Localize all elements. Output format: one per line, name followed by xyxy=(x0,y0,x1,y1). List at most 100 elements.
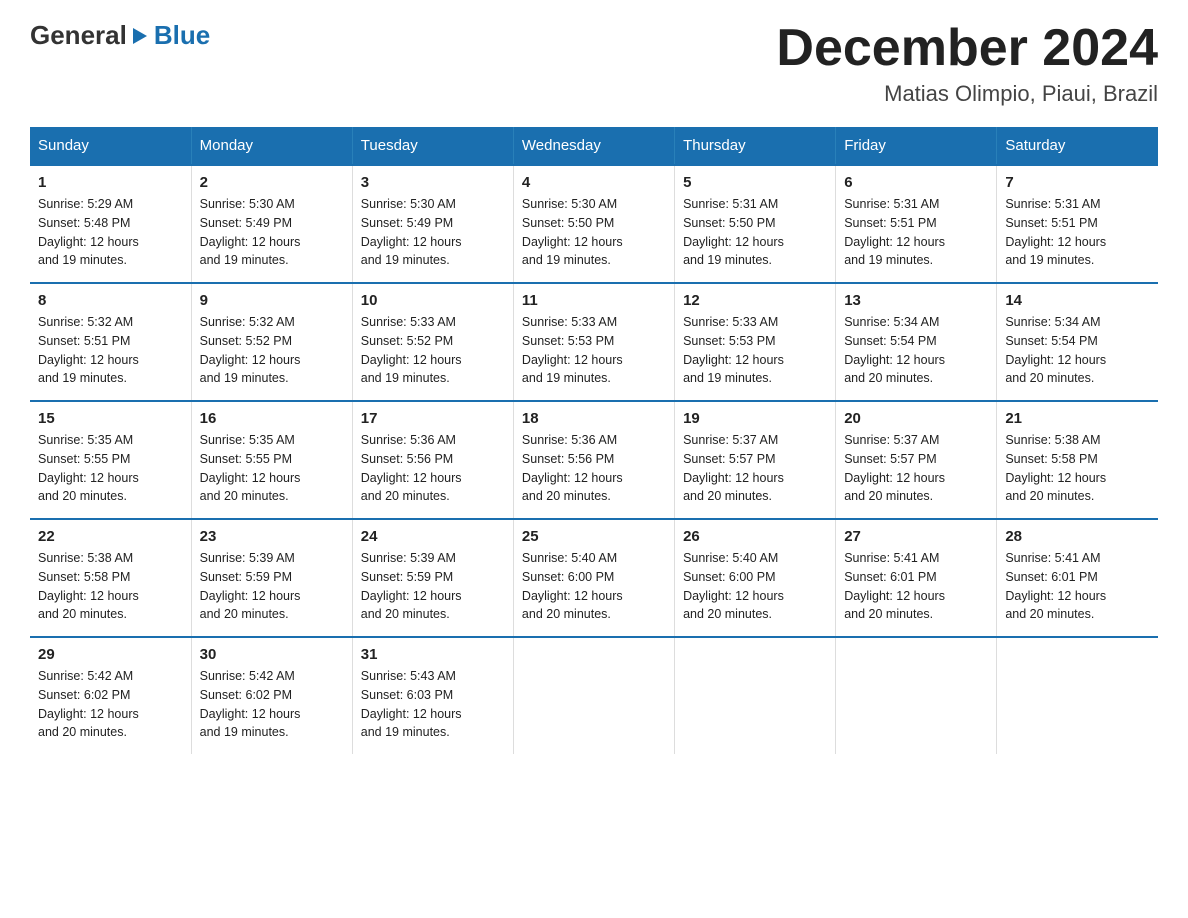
sunset-label: Sunset: 5:51 PM xyxy=(38,334,130,348)
daylight-label: Daylight: 12 hours xyxy=(200,235,301,249)
sunset-label: Sunset: 6:03 PM xyxy=(361,688,453,702)
calendar-day-cell: 18 Sunrise: 5:36 AM Sunset: 5:56 PM Dayl… xyxy=(513,401,674,519)
calendar-day-cell: 21 Sunrise: 5:38 AM Sunset: 5:58 PM Dayl… xyxy=(997,401,1158,519)
day-info: Sunrise: 5:39 AM Sunset: 5:59 PM Dayligh… xyxy=(361,549,505,624)
daylight-minutes: and 20 minutes. xyxy=(38,489,127,503)
daylight-minutes: and 20 minutes. xyxy=(844,607,933,621)
daylight-label: Daylight: 12 hours xyxy=(200,589,301,603)
day-of-week-header: Tuesday xyxy=(352,127,513,165)
sunset-label: Sunset: 5:59 PM xyxy=(361,570,453,584)
daylight-label: Daylight: 12 hours xyxy=(1005,471,1106,485)
sunset-label: Sunset: 5:54 PM xyxy=(844,334,936,348)
day-number: 6 xyxy=(844,174,988,191)
daylight-label: Daylight: 12 hours xyxy=(361,589,462,603)
daylight-minutes: and 20 minutes. xyxy=(683,607,772,621)
sunset-label: Sunset: 5:56 PM xyxy=(522,452,614,466)
calendar-day-cell: 10 Sunrise: 5:33 AM Sunset: 5:52 PM Dayl… xyxy=(352,283,513,401)
sunset-label: Sunset: 5:54 PM xyxy=(1005,334,1097,348)
sunrise-label: Sunrise: 5:36 AM xyxy=(522,433,617,447)
daylight-minutes: and 20 minutes. xyxy=(844,489,933,503)
day-of-week-header: Thursday xyxy=(675,127,836,165)
sunrise-label: Sunrise: 5:42 AM xyxy=(200,669,295,683)
daylight-minutes: and 20 minutes. xyxy=(361,607,450,621)
calendar-day-cell: 19 Sunrise: 5:37 AM Sunset: 5:57 PM Dayl… xyxy=(675,401,836,519)
sunrise-label: Sunrise: 5:37 AM xyxy=(844,433,939,447)
calendar-day-cell: 25 Sunrise: 5:40 AM Sunset: 6:00 PM Dayl… xyxy=(513,519,674,637)
day-of-week-header: Friday xyxy=(836,127,997,165)
day-number: 4 xyxy=(522,174,666,191)
sunrise-label: Sunrise: 5:33 AM xyxy=(683,315,778,329)
day-of-week-header: Wednesday xyxy=(513,127,674,165)
day-info: Sunrise: 5:38 AM Sunset: 5:58 PM Dayligh… xyxy=(1005,431,1150,506)
day-number: 5 xyxy=(683,174,827,191)
sunset-label: Sunset: 5:56 PM xyxy=(361,452,453,466)
sunrise-label: Sunrise: 5:33 AM xyxy=(522,315,617,329)
sunrise-label: Sunrise: 5:31 AM xyxy=(844,197,939,211)
sunrise-label: Sunrise: 5:33 AM xyxy=(361,315,456,329)
calendar-day-cell: 24 Sunrise: 5:39 AM Sunset: 5:59 PM Dayl… xyxy=(352,519,513,637)
calendar-day-cell xyxy=(836,637,997,754)
logo-arrow-icon xyxy=(129,25,151,47)
day-info: Sunrise: 5:40 AM Sunset: 6:00 PM Dayligh… xyxy=(522,549,666,624)
day-number: 19 xyxy=(683,410,827,427)
day-info: Sunrise: 5:41 AM Sunset: 6:01 PM Dayligh… xyxy=(1005,549,1150,624)
calendar-day-cell: 28 Sunrise: 5:41 AM Sunset: 6:01 PM Dayl… xyxy=(997,519,1158,637)
days-of-week-row: SundayMondayTuesdayWednesdayThursdayFrid… xyxy=(30,127,1158,165)
daylight-minutes: and 20 minutes. xyxy=(844,371,933,385)
sunrise-label: Sunrise: 5:31 AM xyxy=(683,197,778,211)
sunrise-label: Sunrise: 5:30 AM xyxy=(522,197,617,211)
daylight-minutes: and 19 minutes. xyxy=(361,253,450,267)
daylight-label: Daylight: 12 hours xyxy=(38,471,139,485)
daylight-label: Daylight: 12 hours xyxy=(200,707,301,721)
sunrise-label: Sunrise: 5:38 AM xyxy=(1005,433,1100,447)
daylight-minutes: and 19 minutes. xyxy=(38,253,127,267)
month-title: December 2024 xyxy=(776,20,1158,77)
day-of-week-header: Monday xyxy=(191,127,352,165)
day-info: Sunrise: 5:34 AM Sunset: 5:54 PM Dayligh… xyxy=(844,313,988,388)
sunset-label: Sunset: 5:59 PM xyxy=(200,570,292,584)
sunrise-label: Sunrise: 5:31 AM xyxy=(1005,197,1100,211)
calendar-day-cell: 15 Sunrise: 5:35 AM Sunset: 5:55 PM Dayl… xyxy=(30,401,191,519)
sunrise-label: Sunrise: 5:32 AM xyxy=(200,315,295,329)
day-info: Sunrise: 5:40 AM Sunset: 6:00 PM Dayligh… xyxy=(683,549,827,624)
sunset-label: Sunset: 5:58 PM xyxy=(38,570,130,584)
sunrise-label: Sunrise: 5:42 AM xyxy=(38,669,133,683)
day-info: Sunrise: 5:37 AM Sunset: 5:57 PM Dayligh… xyxy=(844,431,988,506)
daylight-label: Daylight: 12 hours xyxy=(844,353,945,367)
day-number: 7 xyxy=(1005,174,1150,191)
day-info: Sunrise: 5:37 AM Sunset: 5:57 PM Dayligh… xyxy=(683,431,827,506)
day-info: Sunrise: 5:38 AM Sunset: 5:58 PM Dayligh… xyxy=(38,549,183,624)
sunset-label: Sunset: 6:02 PM xyxy=(38,688,130,702)
calendar-day-cell: 7 Sunrise: 5:31 AM Sunset: 5:51 PM Dayli… xyxy=(997,165,1158,283)
day-number: 12 xyxy=(683,292,827,309)
day-info: Sunrise: 5:30 AM Sunset: 5:50 PM Dayligh… xyxy=(522,195,666,270)
day-number: 9 xyxy=(200,292,344,309)
sunset-label: Sunset: 6:00 PM xyxy=(522,570,614,584)
day-number: 10 xyxy=(361,292,505,309)
calendar-day-cell: 16 Sunrise: 5:35 AM Sunset: 5:55 PM Dayl… xyxy=(191,401,352,519)
calendar-week-row: 29 Sunrise: 5:42 AM Sunset: 6:02 PM Dayl… xyxy=(30,637,1158,754)
sunset-label: Sunset: 6:02 PM xyxy=(200,688,292,702)
logo: General Blue xyxy=(30,20,210,51)
daylight-minutes: and 20 minutes. xyxy=(38,725,127,739)
daylight-minutes: and 19 minutes. xyxy=(522,371,611,385)
calendar-day-cell: 22 Sunrise: 5:38 AM Sunset: 5:58 PM Dayl… xyxy=(30,519,191,637)
day-number: 28 xyxy=(1005,528,1150,545)
day-number: 3 xyxy=(361,174,505,191)
day-info: Sunrise: 5:35 AM Sunset: 5:55 PM Dayligh… xyxy=(200,431,344,506)
daylight-minutes: and 19 minutes. xyxy=(361,371,450,385)
calendar-day-cell: 6 Sunrise: 5:31 AM Sunset: 5:51 PM Dayli… xyxy=(836,165,997,283)
sunrise-label: Sunrise: 5:29 AM xyxy=(38,197,133,211)
daylight-label: Daylight: 12 hours xyxy=(683,353,784,367)
sunrise-label: Sunrise: 5:39 AM xyxy=(361,551,456,565)
calendar-day-cell: 9 Sunrise: 5:32 AM Sunset: 5:52 PM Dayli… xyxy=(191,283,352,401)
day-of-week-header: Saturday xyxy=(997,127,1158,165)
calendar-day-cell: 8 Sunrise: 5:32 AM Sunset: 5:51 PM Dayli… xyxy=(30,283,191,401)
day-number: 22 xyxy=(38,528,183,545)
daylight-minutes: and 19 minutes. xyxy=(200,371,289,385)
sunrise-label: Sunrise: 5:36 AM xyxy=(361,433,456,447)
daylight-minutes: and 19 minutes. xyxy=(683,253,772,267)
calendar-week-row: 1 Sunrise: 5:29 AM Sunset: 5:48 PM Dayli… xyxy=(30,165,1158,283)
daylight-minutes: and 19 minutes. xyxy=(844,253,933,267)
day-info: Sunrise: 5:42 AM Sunset: 6:02 PM Dayligh… xyxy=(38,667,183,742)
